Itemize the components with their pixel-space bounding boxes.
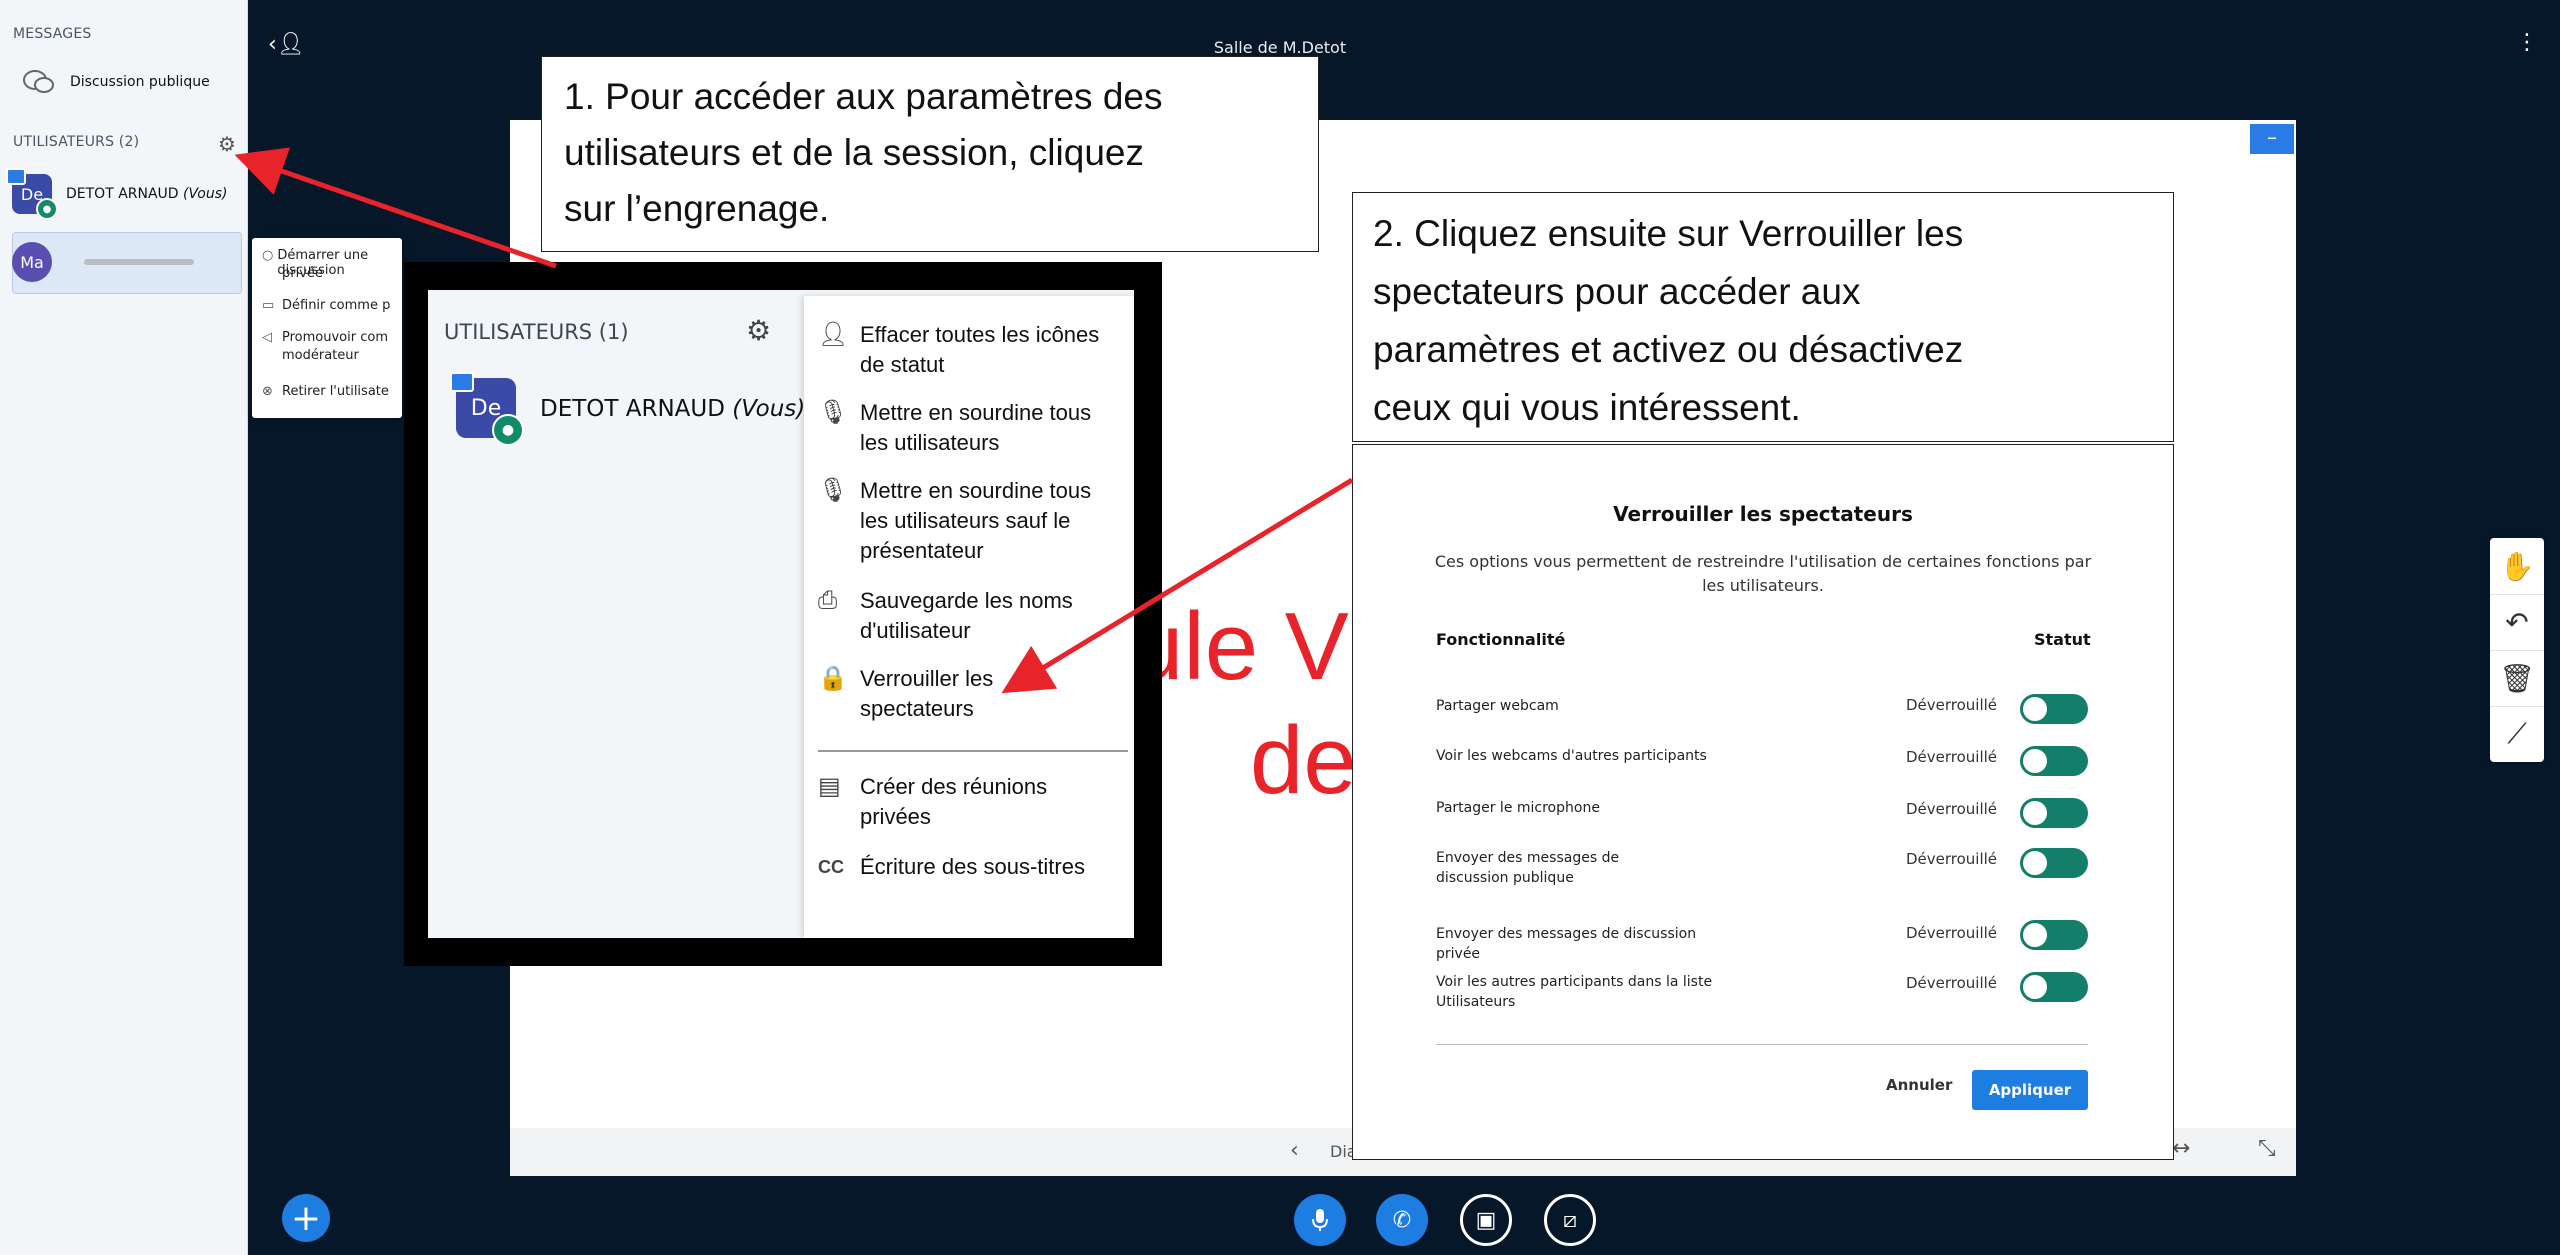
arrow-to-gear	[234, 147, 557, 269]
arrow-to-lock-item	[1001, 477, 1354, 694]
annotation-arrows	[234, 147, 1354, 694]
